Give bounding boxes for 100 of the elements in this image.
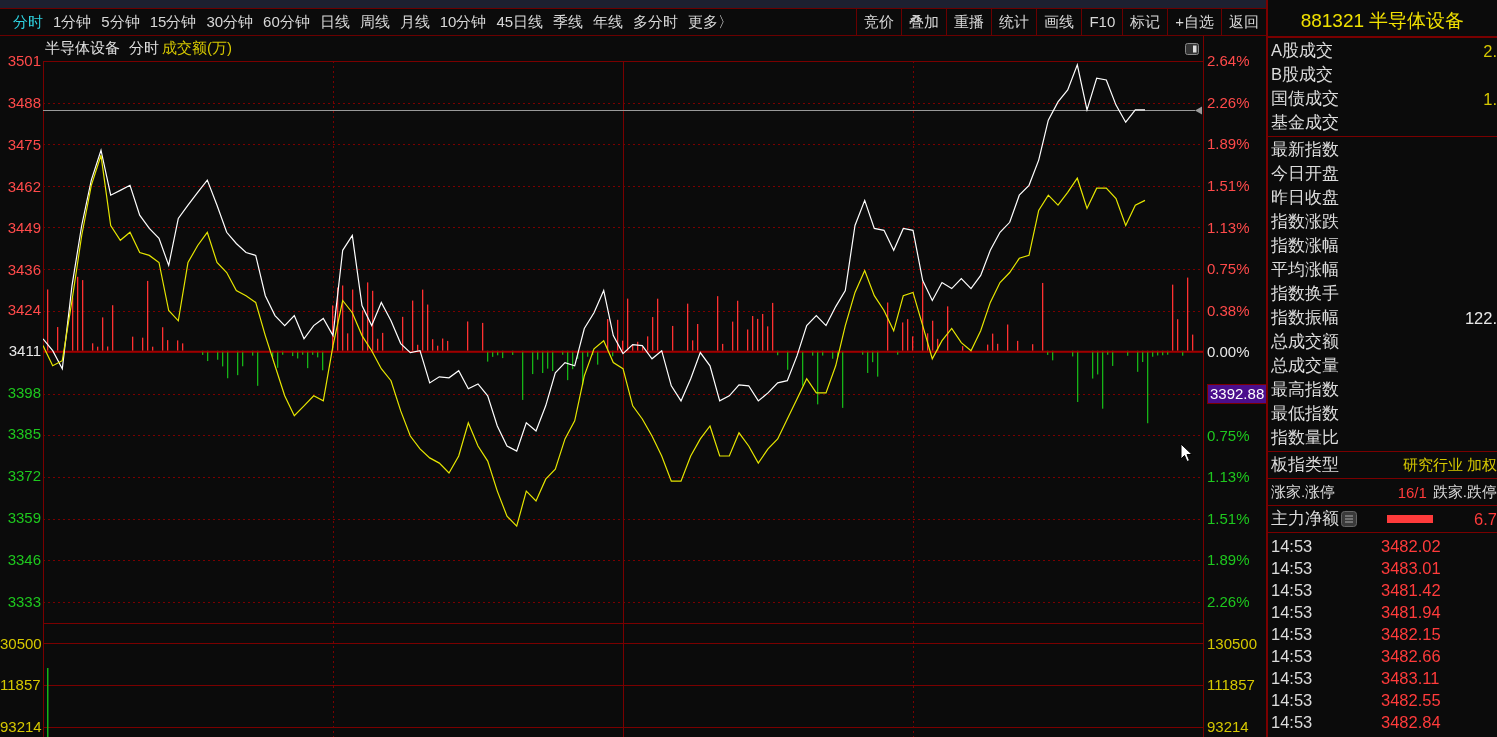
tick-price: 3482.66 <box>1381 646 1441 666</box>
panel-title: 881321 半导体设备 <box>1300 9 1465 33</box>
period-tab[interactable]: 多分时 <box>628 9 684 35</box>
volume-axis-label: 93214 <box>0 716 42 737</box>
field-value: 2. <box>1483 41 1497 61</box>
tick-price: 3482.55 <box>1381 690 1441 710</box>
panel-toggle-icon[interactable] <box>1185 42 1199 55</box>
period-tab[interactable]: 10分钟 <box>434 9 492 35</box>
period-tab[interactable]: 5分钟 <box>96 9 145 35</box>
percent-axis-label: 1.89% <box>1207 550 1250 571</box>
period-tab[interactable]: 周线 <box>354 9 395 35</box>
percent-axis-label: 1.89% <box>1207 134 1250 155</box>
price-axis-label: 3501 <box>7 51 41 71</box>
tick-price: 3482.02 <box>1381 536 1441 556</box>
field-label: 主力净额 <box>1271 508 1339 529</box>
price-axis-label: 3372 <box>7 466 41 487</box>
field-label: 国债成交 <box>1271 88 1339 109</box>
field-label: 昨日收盘 <box>1271 187 1339 208</box>
tick-time: 14:53 <box>1271 624 1314 644</box>
period-tab[interactable]: 月线 <box>394 9 435 35</box>
field-label: 指数换手 <box>1271 283 1339 304</box>
price-axis-label: 3359 <box>7 508 41 529</box>
percent-axis-label: 0.75% <box>1207 259 1250 280</box>
field-label: 最高指数 <box>1271 379 1339 400</box>
volume-axis-label: 130500 <box>1207 633 1258 654</box>
volume-axis-label: 30500 <box>0 633 42 654</box>
price-axis-label: 3449 <box>7 218 41 239</box>
field-value: 研究行业 加权 <box>1402 455 1497 475</box>
price-axis-label: 3398 <box>7 382 41 403</box>
volume-axis-label: 11857 <box>0 675 41 696</box>
period-tab[interactable]: 年线 <box>588 9 629 35</box>
percent-axis-label: 1.13% <box>1207 217 1250 238</box>
price-axis-label: 3385 <box>7 424 41 445</box>
price-axis-label: 3424 <box>7 300 41 321</box>
period-tab[interactable]: 季线 <box>548 9 589 35</box>
percent-axis-label: 2.26% <box>1207 591 1250 612</box>
tick-time: 14:53 <box>1271 646 1314 666</box>
price-axis-label: 3411 <box>8 340 41 361</box>
price-axis-label: 3333 <box>7 591 41 612</box>
price-axis-label: 3436 <box>7 260 41 281</box>
percent-axis-label: 1.51% <box>1207 508 1250 529</box>
field-label: 基金成交 <box>1271 112 1339 133</box>
volume-axis-label: 93214 <box>1207 716 1249 737</box>
tick-price: 3483.01 <box>1381 558 1441 578</box>
tick-time: 14:53 <box>1271 602 1314 622</box>
field-value: 16/1 <box>1397 483 1427 501</box>
period-tab[interactable]: 1分钟 <box>48 9 97 35</box>
percent-axis-label: 0.75% <box>1207 425 1250 446</box>
percent-axis-label: 1.51% <box>1207 175 1250 196</box>
tick-time: 14:53 <box>1271 712 1314 732</box>
period-tab[interactable]: 日线 <box>314 9 355 35</box>
tick-price: 3481.94 <box>1381 602 1441 622</box>
field-label: 板指类型 <box>1271 454 1339 475</box>
percent-axis-label: 0.00% <box>1207 342 1250 363</box>
field-label: 总成交额 <box>1271 331 1339 352</box>
percent-axis-label: 0.38% <box>1207 300 1250 321</box>
field-label: 指数振幅 <box>1271 307 1339 328</box>
list-icon[interactable] <box>1341 511 1357 527</box>
tick-time: 14:53 <box>1271 690 1314 710</box>
period-tab[interactable]: 30分钟 <box>201 9 259 35</box>
field-value: 6.7 <box>1474 509 1497 529</box>
tick-price: 3482.15 <box>1381 624 1441 644</box>
field-label: 指数量比 <box>1271 427 1339 448</box>
field-label: 最低指数 <box>1271 403 1339 424</box>
period-tab[interactable]: 分时 <box>8 9 48 35</box>
crosshair-price-badge: 3392.88 <box>1207 383 1268 404</box>
field-label: A股成交 <box>1271 40 1333 61</box>
cursor-icon <box>1180 443 1193 463</box>
period-tab[interactable]: 15分钟 <box>144 9 202 35</box>
percent-axis-label: 1.13% <box>1207 467 1250 488</box>
price-axis-label: 3475 <box>7 134 41 155</box>
field-label: 今日开盘 <box>1271 163 1339 184</box>
tick-time: 14:53 <box>1271 536 1314 556</box>
field-label: 跌家.跌停 <box>1432 482 1497 502</box>
period-tab[interactable]: 45日线 <box>491 9 549 35</box>
tick-time: 14:53 <box>1271 580 1314 600</box>
price-axis-label: 3346 <box>7 549 41 570</box>
percent-axis-label: 2.26% <box>1207 92 1250 113</box>
tick-price: 3482.84 <box>1381 712 1441 732</box>
tick-time: 14:53 <box>1271 558 1314 578</box>
tick-time: 14:53 <box>1271 668 1314 688</box>
field-label: 平均涨幅 <box>1271 259 1339 280</box>
field-label: 指数涨幅 <box>1271 235 1339 256</box>
indicator-label: 成交额(万) <box>162 39 232 58</box>
chart-title: 半导体设备 <box>45 39 120 58</box>
period-tab[interactable]: 60分钟 <box>258 9 315 35</box>
volume-axis-label: 111857 <box>1207 675 1255 696</box>
field-value: 1. <box>1483 89 1497 109</box>
field-label: 涨家.涨停 <box>1271 482 1336 502</box>
field-value: 122. <box>1464 308 1497 328</box>
field-label: 指数涨跌 <box>1271 211 1339 232</box>
field-label: 最新指数 <box>1271 139 1339 160</box>
period-tab[interactable]: 更多〉 <box>683 9 739 35</box>
percent-axis-label: 2.64% <box>1207 51 1250 72</box>
tick-price: 3483.11 <box>1381 668 1440 688</box>
field-label: 总成交量 <box>1271 355 1339 376</box>
price-axis-label: 3462 <box>7 176 41 197</box>
price-axis-label: 3488 <box>7 92 41 113</box>
chart-period: 分时 <box>129 39 159 58</box>
field-label: B股成交 <box>1271 64 1333 85</box>
